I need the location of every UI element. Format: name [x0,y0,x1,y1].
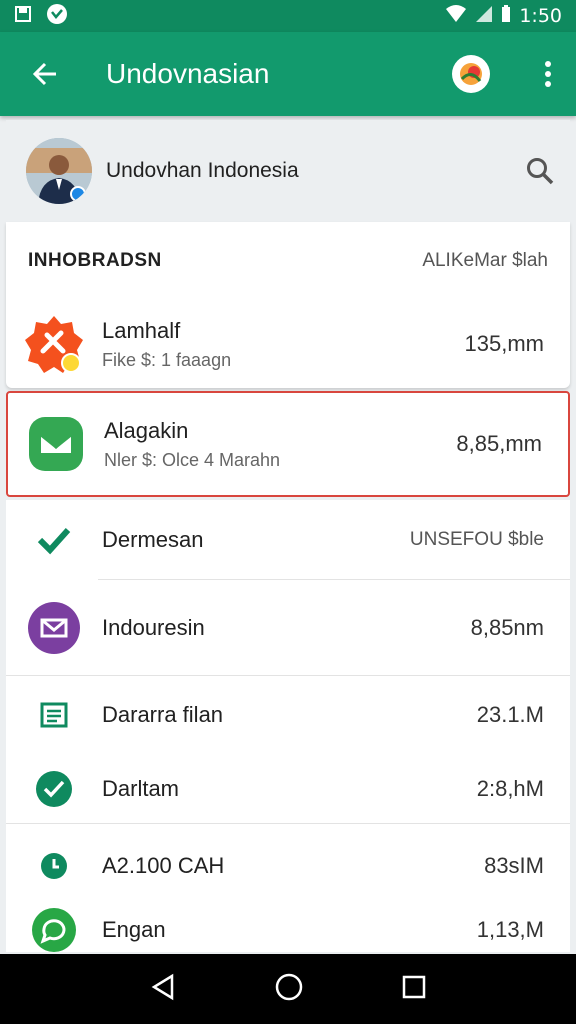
profile-avatar [26,138,92,204]
document-icon [40,702,68,728]
item-value: 8,85,mm [456,431,542,456]
list-item[interactable]: A2.100 CAH 83sIM [6,824,570,908]
arrow-left-icon [32,62,56,86]
item-title: Dararra filan [102,702,224,727]
square-recents-icon [403,975,426,998]
recents-nav-button[interactable] [402,975,426,1004]
item-title: Dermesan [102,527,204,552]
list-item[interactable]: Darltam 2:8,hM [6,754,570,824]
section-header: INHOBRADSN ALIKeMar $lah [6,222,570,300]
back-button[interactable] [0,32,90,116]
app-badge-icon [25,316,83,373]
app-title: Undovnasian [106,58,270,89]
signal-icon [475,5,493,28]
item-list: Dermesan UNSEFOU $ble Indouresin 8,85nm … [6,500,570,952]
home-nav-button[interactable] [275,973,303,1006]
list-item[interactable]: Dermesan UNSEFOU $ble [6,500,570,580]
clock-icon [41,853,67,879]
wifi-icon [445,4,467,28]
profile-name: Undovhan Indonesia [106,159,299,182]
more-options-button[interactable] [520,32,576,116]
item-value: 8,85nm [470,615,544,640]
app-bar: Undovnasian [0,32,576,116]
mail-icon [28,602,80,654]
list-item[interactable]: Engan 1,13,M [6,908,570,952]
search-button[interactable] [510,156,570,186]
check-circle-icon [36,771,72,807]
item-title: Alagakin [104,417,189,443]
search-icon [527,158,554,185]
item-title: Engan [102,917,166,942]
item-value: 2:8,hM [476,776,544,801]
chat-icon [32,908,76,952]
item-value: UNSEFOU $ble [409,529,544,550]
summary-card: INHOBRADSN ALIKeMar $lah Lamhalf Fike $:… [6,222,570,388]
status-time: 1:50 [519,5,562,27]
circle-home-icon [275,973,303,1000]
status-dot-icon [70,186,86,202]
account-avatar-button[interactable] [452,55,490,93]
item-value: 23.1.M [476,702,544,727]
triangle-back-icon [151,973,173,1000]
list-item[interactable]: Indouresin 8,85nm [6,580,570,676]
mail-app-icon [29,417,83,471]
system-nav-bar [0,954,576,1024]
item-value: 135,mm [464,331,544,356]
item-title: Darltam [102,776,180,801]
status-bar: 1:50 [0,0,576,32]
more-vert-icon [545,61,551,87]
battery-icon [501,4,511,28]
list-item[interactable]: Dararra filan 23.1.M [6,676,570,754]
item-subtitle: Fike $: 1 faaagn [102,349,232,370]
item-title: A2.100 CAH [102,853,225,878]
whatsapp-notification-icon [46,3,68,30]
selected-list-item[interactable]: Alagakin Nler $: Olce 4 Marahn 8,85,mm [6,391,570,497]
item-title: Indouresin [102,615,205,640]
section-title: INHOBRADSN [28,250,162,271]
item-value: 83sIM [484,853,544,878]
back-nav-button[interactable] [150,973,176,1006]
item-value: 1,13,M [476,917,544,942]
item-subtitle: Nler $: Olce 4 Marahn [104,449,281,470]
section-right-label[interactable]: ALIKeMar $lah [422,250,548,272]
item-title: Lamhalf [102,317,181,343]
profile-header[interactable]: Undovhan Indonesia [6,120,570,222]
account-icon [460,63,482,85]
list-item[interactable]: Lamhalf Fike $: 1 faaagn 135,mm [6,300,570,388]
save-notification-icon [14,5,32,28]
check-icon [37,527,71,555]
